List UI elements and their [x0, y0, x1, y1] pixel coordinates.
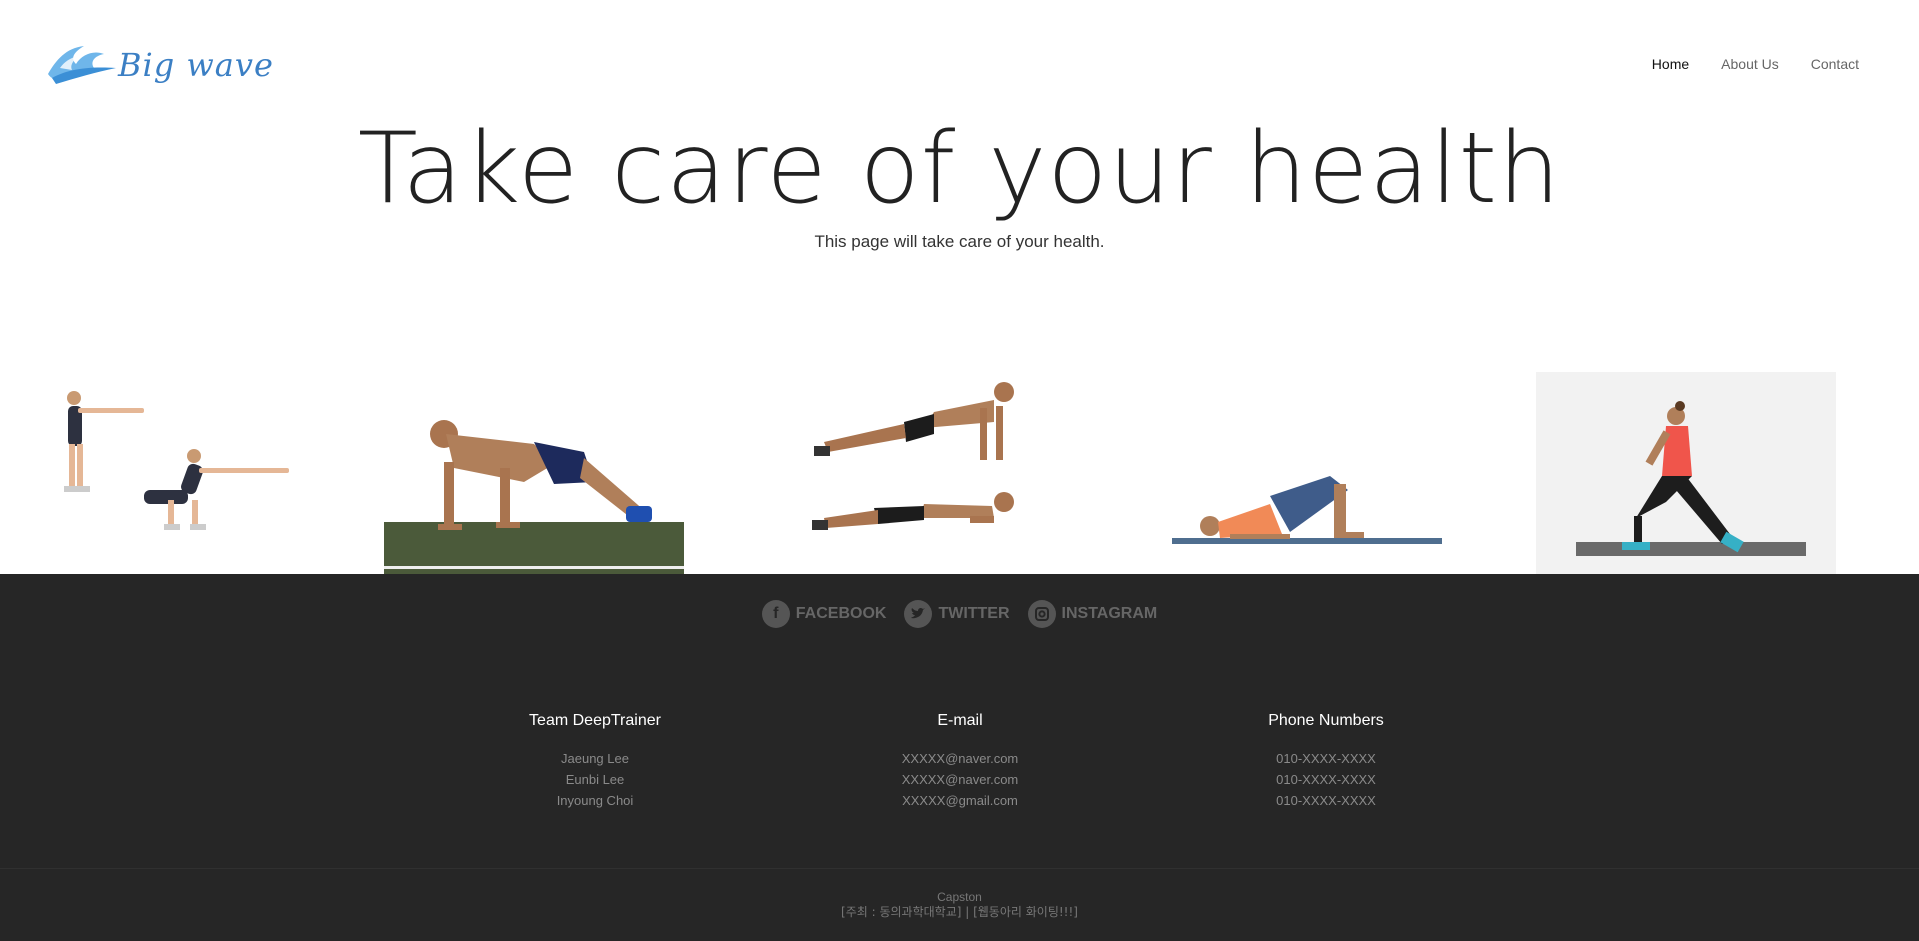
credit-line: [주최 : 동의과학대학교] | [웹동아리 화이팅!!!]	[841, 905, 1078, 919]
main-nav: Home About Us Contact	[1652, 56, 1859, 72]
social-twitter[interactable]: TWITTER	[904, 600, 1010, 628]
email-address[interactable]: XXXXX@naver.com	[830, 748, 1090, 769]
team-member: Jaeung Lee	[561, 751, 629, 766]
hero-subtitle: This page will take care of your health.	[814, 232, 1105, 251]
team-member: Inyoung Choi	[556, 793, 634, 808]
footer-email-column: E-mail XXXXX@naver.com XXXXX@naver.com X…	[830, 712, 1090, 811]
exercise-image-squat[interactable]	[44, 372, 344, 574]
twitter-icon	[904, 600, 933, 628]
footer-divider	[0, 868, 1919, 869]
phone-number: 010-XXXX-XXXX	[1276, 772, 1376, 787]
exercise-gallery	[0, 372, 1919, 574]
footer-team-heading: Team DeepTrainer	[529, 712, 661, 729]
credit-line: Capston	[937, 890, 982, 904]
footer-phone-heading: Phone Numbers	[1268, 712, 1384, 729]
social-facebook[interactable]: f FACEBOOK	[761, 600, 886, 628]
site-footer: f FACEBOOK TWITTER INSTAGRAM Team DeepTr…	[0, 574, 1919, 941]
team-member: Eunbi Lee	[565, 772, 625, 787]
exercise-image-pushup[interactable]	[384, 372, 684, 574]
email-address[interactable]: XXXXX@naver.com	[830, 769, 1090, 790]
footer-credits: Capston [주최 : 동의과학대학교] | [웹동아리 화이팅!!!]	[0, 890, 1919, 920]
exercise-image-pushup-variation[interactable]	[794, 372, 1094, 574]
social-links: f FACEBOOK TWITTER INSTAGRAM	[0, 600, 1919, 628]
exercise-image-lunge[interactable]	[1536, 372, 1836, 574]
exercise-image-glute-bridge[interactable]	[1170, 372, 1470, 574]
footer-email-heading: E-mail	[937, 712, 983, 729]
social-instagram[interactable]: INSTAGRAM	[1027, 600, 1157, 628]
instagram-icon	[1027, 600, 1056, 628]
hero-title: Take care of your health	[357, 112, 1562, 226]
phone-number: 010-XXXX-XXXX	[1276, 751, 1376, 766]
footer-team-column: Team DeepTrainer Jaeung Lee Eunbi Lee In…	[465, 712, 725, 811]
facebook-icon: f	[761, 600, 790, 628]
phone-number: 010-XXXX-XXXX	[1276, 793, 1376, 808]
site-header: Big wave Home About Us Contact	[0, 0, 1919, 120]
nav-contact[interactable]: Contact	[1811, 56, 1859, 72]
email-address[interactable]: XXXXX@gmail.com	[830, 790, 1090, 811]
nav-about-us[interactable]: About Us	[1721, 56, 1779, 72]
brand-logo[interactable]: Big wave	[46, 40, 273, 88]
wave-logo-icon	[48, 46, 116, 84]
nav-home[interactable]: Home	[1652, 56, 1689, 72]
footer-phone-column: Phone Numbers 010-XXXX-XXXX 010-XXXX-XXX…	[1196, 712, 1456, 811]
logo-wordmark: Big wave	[118, 46, 274, 84]
